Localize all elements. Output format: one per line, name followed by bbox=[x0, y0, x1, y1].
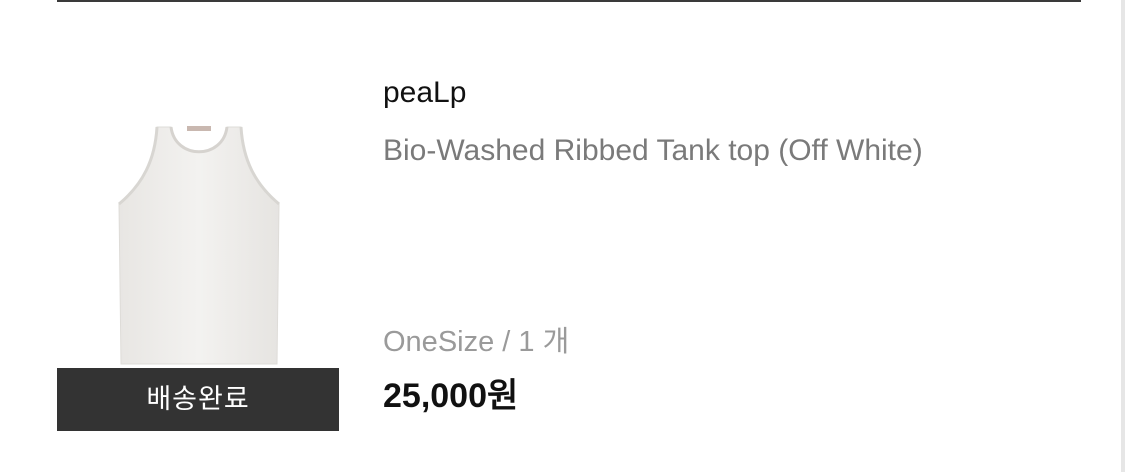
scrollbar-track[interactable] bbox=[1121, 0, 1125, 472]
product-option: OneSize / 1 개 bbox=[383, 326, 570, 358]
order-item-card[interactable]: 배송완료 peaLp Bio-Washed Ribbed Tank top (O… bbox=[57, 62, 1057, 432]
top-divider bbox=[57, 0, 1081, 2]
product-thumbnail[interactable]: 배송완료 bbox=[57, 62, 339, 431]
product-price: 25,000원 bbox=[383, 377, 519, 415]
delivery-status-badge: 배송완료 bbox=[57, 368, 339, 431]
brand-name[interactable]: peaLp bbox=[383, 76, 466, 110]
product-name[interactable]: Bio-Washed Ribbed Tank top (Off White) bbox=[383, 134, 923, 168]
product-info: peaLp Bio-Washed Ribbed Tank top (Off Wh… bbox=[383, 62, 1063, 432]
tank-top-image bbox=[118, 126, 280, 365]
